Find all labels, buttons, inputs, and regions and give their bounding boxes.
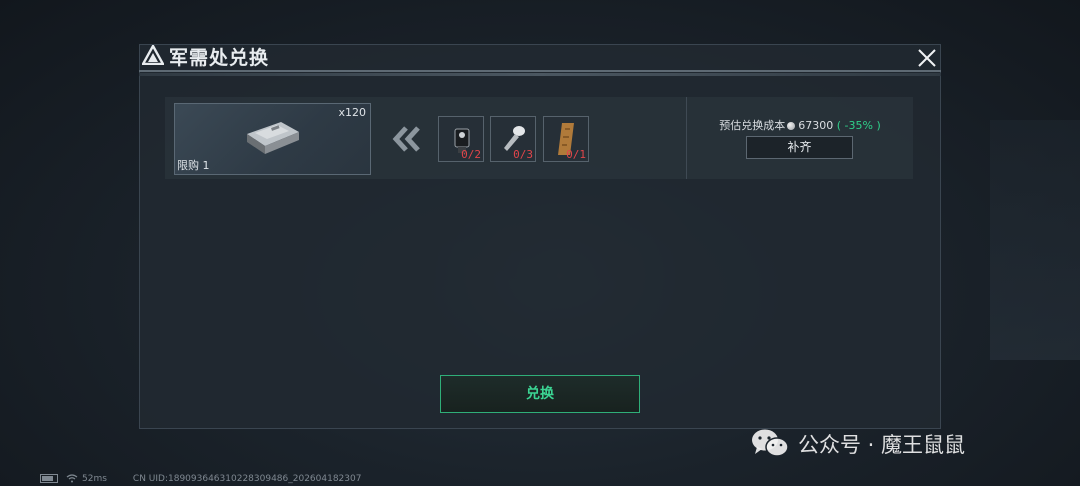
material-count: 0/1 [566,148,586,161]
battery-icon [40,474,58,483]
divider [686,97,687,179]
dialog-title-bar: 军需处兑换 [139,40,941,76]
cost-label: 预估兑换成本 [719,119,786,132]
fill-materials-button[interactable]: 补齐 [746,136,853,159]
status-bar: 52ms CN UID:18909364631022830948​6_202604… [40,474,361,484]
reward-quantity: x120 [338,106,366,119]
watermark-text: 公众号 · 魔王鼠鼠 [798,433,966,457]
cost-amount: 67300 [798,119,834,132]
ammo-box-icon [247,122,299,154]
uid-text: CN UID:18909364631022830948​6_2026041823… [132,474,362,484]
material-count: 0/2 [461,148,481,161]
ping-value: 52ms [82,474,107,484]
material-slot[interactable]: 0/3 [490,116,536,162]
coin-icon [787,121,796,130]
background-panel [990,120,1080,360]
cost-discount: ( -35% ) [836,119,881,132]
triangle-logo-icon [142,45,164,65]
material-slot[interactable]: 0/2 [438,116,484,162]
exchange-button[interactable]: 兑换 [440,375,640,413]
double-chevron-left-icon [392,126,420,152]
estimated-cost: 预估兑换成本 67300 ( -35% ) [700,117,900,133]
reward-item-card[interactable]: x120 限购 1 [174,103,371,175]
material-slot[interactable]: 0/1 [543,116,589,162]
wifi-icon [66,474,78,483]
dialog-title: 军需处兑换 [169,47,270,69]
purchase-limit: 限购 1 [177,159,210,172]
close-icon[interactable] [915,46,939,70]
wechat-icon [752,429,789,457]
material-count: 0/3 [513,148,533,161]
